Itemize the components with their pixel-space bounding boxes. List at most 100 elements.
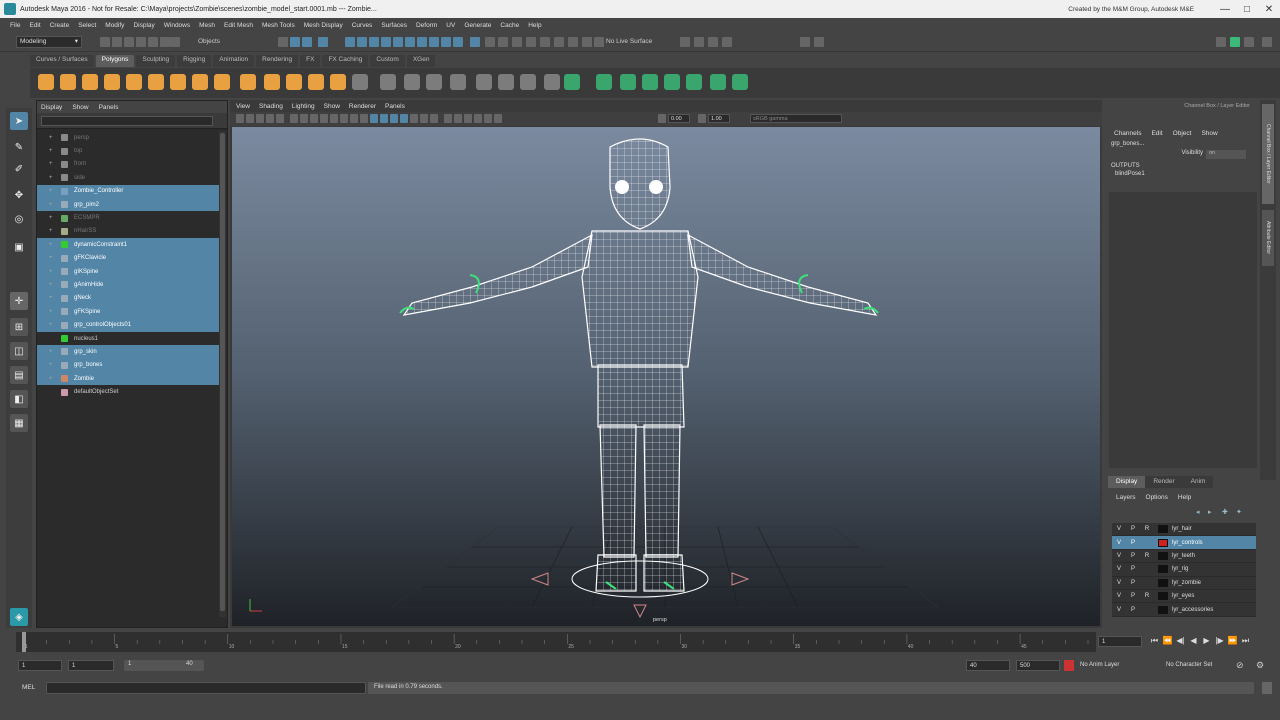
menu-display[interactable]: Display xyxy=(133,22,154,29)
bevel-icon[interactable] xyxy=(476,74,492,90)
menu-cache[interactable]: Cache xyxy=(500,22,519,29)
render-settings-icon[interactable] xyxy=(405,37,415,47)
step-forward-key-icon[interactable]: ⏩ xyxy=(1226,636,1239,646)
menu-deform[interactable]: Deform xyxy=(416,22,437,29)
current-frame-field[interactable]: 1 xyxy=(1098,636,1142,647)
select-by-object-icon[interactable] xyxy=(170,37,180,47)
redo-icon[interactable] xyxy=(148,37,158,47)
combine-icon[interactable] xyxy=(404,74,420,90)
layer-playback-toggle[interactable]: P xyxy=(1126,593,1140,599)
menu-modify[interactable]: Modify xyxy=(105,22,124,29)
expand-icon[interactable]: + xyxy=(49,282,57,288)
visibility-label[interactable]: Visibility xyxy=(1176,150,1203,159)
connect-icon[interactable] xyxy=(642,74,658,90)
history-icon[interactable] xyxy=(369,37,379,47)
outliner-item-persp[interactable]: + persp xyxy=(37,131,219,144)
outliner-scrollbar[interactable] xyxy=(219,131,226,617)
menu-mesh-tools[interactable]: Mesh Tools xyxy=(262,22,295,29)
poly-prism-icon[interactable] xyxy=(240,74,256,90)
select-tool-icon[interactable]: ➤ xyxy=(10,112,28,130)
outliner-item-gfkclavicle[interactable]: + gFKClavicle xyxy=(37,251,219,265)
tab-fx-caching[interactable]: FX Caching xyxy=(322,55,369,67)
output-lines-icon[interactable] xyxy=(441,37,451,47)
workspace-a-icon[interactable] xyxy=(1216,37,1226,47)
playback-start-field[interactable]: 1 xyxy=(68,660,114,671)
reflect-icon[interactable] xyxy=(708,37,718,47)
outliner-item-top[interactable]: + top xyxy=(37,144,219,157)
script-editor-icon[interactable] xyxy=(1262,682,1272,694)
paint-select-tool-icon[interactable]: ✐ xyxy=(10,160,28,178)
channel-menu-show[interactable]: Show xyxy=(1201,130,1217,137)
minimize-button[interactable]: — xyxy=(1214,0,1236,18)
ipr-icon[interactable] xyxy=(393,37,403,47)
layer-visibility-toggle[interactable]: V xyxy=(1112,540,1126,546)
layer-color-swatch[interactable] xyxy=(1158,578,1168,587)
poly-disc-icon[interactable] xyxy=(170,74,186,90)
select-by-hierarchy-icon[interactable] xyxy=(160,37,170,47)
poly-platonic-icon[interactable] xyxy=(192,74,208,90)
lasso-tool-icon[interactable]: ✎ xyxy=(10,138,28,156)
undo-icon[interactable] xyxy=(136,37,146,47)
append-icon[interactable] xyxy=(544,74,560,90)
layer-color-swatch[interactable] xyxy=(1158,605,1168,614)
outliner-item-dynamicconstraint1[interactable]: + dynamicConstraint1 xyxy=(37,238,219,252)
menu-mesh-display[interactable]: Mesh Display xyxy=(304,22,343,29)
menu-file[interactable]: File xyxy=(10,22,20,29)
make-live-icon[interactable] xyxy=(357,37,367,47)
layer-color-swatch[interactable] xyxy=(1158,565,1168,574)
outliner-menu-show[interactable]: Show xyxy=(72,104,88,111)
snap-grid-icon[interactable] xyxy=(290,37,300,47)
layer-playback-toggle[interactable]: P xyxy=(1126,526,1140,532)
layer-row-lyr-rig[interactable]: V Plyr_rig xyxy=(1112,563,1256,577)
layer-playback-toggle[interactable]: P xyxy=(1126,553,1140,559)
expand-icon[interactable]: + xyxy=(49,322,57,328)
layer-tab-display[interactable]: Display xyxy=(1108,476,1146,488)
menu-windows[interactable]: Windows xyxy=(164,22,190,29)
tab-rendering[interactable]: Rendering xyxy=(256,55,299,67)
wireframe-icon[interactable] xyxy=(370,114,378,123)
isolate-icon[interactable] xyxy=(594,37,604,47)
script-language-label[interactable]: MEL xyxy=(22,684,35,691)
layer-color-swatch[interactable] xyxy=(1158,592,1168,601)
scale-tool-icon[interactable]: ▣ xyxy=(10,238,28,256)
time-slider[interactable]: 1 5 10 15 20 25 30 35 40 45 xyxy=(16,632,1096,652)
expand-icon[interactable]: + xyxy=(49,175,57,181)
select-camera-icon[interactable] xyxy=(236,114,244,123)
snap-point-icon[interactable] xyxy=(318,37,328,47)
layer-tab-anim[interactable]: Anim xyxy=(1182,476,1214,488)
layer-move-down-icon[interactable]: ▸ xyxy=(1208,508,1212,516)
layer-menu-options[interactable]: Options xyxy=(1146,494,1168,501)
play-backwards-icon[interactable]: ◀ xyxy=(1187,636,1200,646)
selection-mode-label[interactable]: Objects xyxy=(198,38,220,45)
outliner-menu-display[interactable]: Display xyxy=(41,104,62,111)
poly-pyramid-icon[interactable] xyxy=(214,74,230,90)
channel-menu-object[interactable]: Object xyxy=(1173,130,1192,137)
layer-visibility-toggle[interactable]: V xyxy=(1112,553,1126,559)
anim-layer-label[interactable]: No Anim Layer xyxy=(1080,662,1119,668)
bookmark-icon[interactable] xyxy=(498,37,508,47)
bookmarks-icon[interactable] xyxy=(256,114,264,123)
viewport-menu-renderer[interactable]: Renderer xyxy=(349,103,376,110)
live-surface-label[interactable]: No Live Surface xyxy=(606,38,652,45)
maya-home-icon[interactable]: ◈ xyxy=(10,608,28,626)
persp-graph-layout-icon[interactable]: ◧ xyxy=(10,390,28,408)
layer-reference-toggle[interactable]: R xyxy=(1140,593,1154,599)
layer-visibility-toggle[interactable]: V xyxy=(1112,580,1126,586)
resolution-gate-icon[interactable] xyxy=(568,37,578,47)
field-chart-icon[interactable] xyxy=(340,114,348,123)
tab-sculpting[interactable]: Sculpting xyxy=(136,55,176,67)
layer-visibility-toggle[interactable]: V xyxy=(1112,526,1126,532)
viewport-menu-show[interactable]: Show xyxy=(324,103,340,110)
film-gate-icon[interactable] xyxy=(310,114,318,123)
construction-icon[interactable] xyxy=(453,37,463,47)
grid-icon[interactable] xyxy=(300,114,308,123)
layer-name[interactable]: lyr_rig xyxy=(1172,566,1188,572)
expand-icon[interactable]: + xyxy=(49,376,57,382)
snap-curve-icon[interactable] xyxy=(302,37,312,47)
menu-mesh[interactable]: Mesh xyxy=(199,22,215,29)
tab-custom[interactable]: Custom xyxy=(370,55,405,67)
tab-rigging[interactable]: Rigging xyxy=(177,55,212,67)
poly-type-icon[interactable] xyxy=(352,74,368,90)
bridge-icon[interactable] xyxy=(498,74,514,90)
auto-key-icon[interactable]: ⊘ xyxy=(1236,660,1244,671)
